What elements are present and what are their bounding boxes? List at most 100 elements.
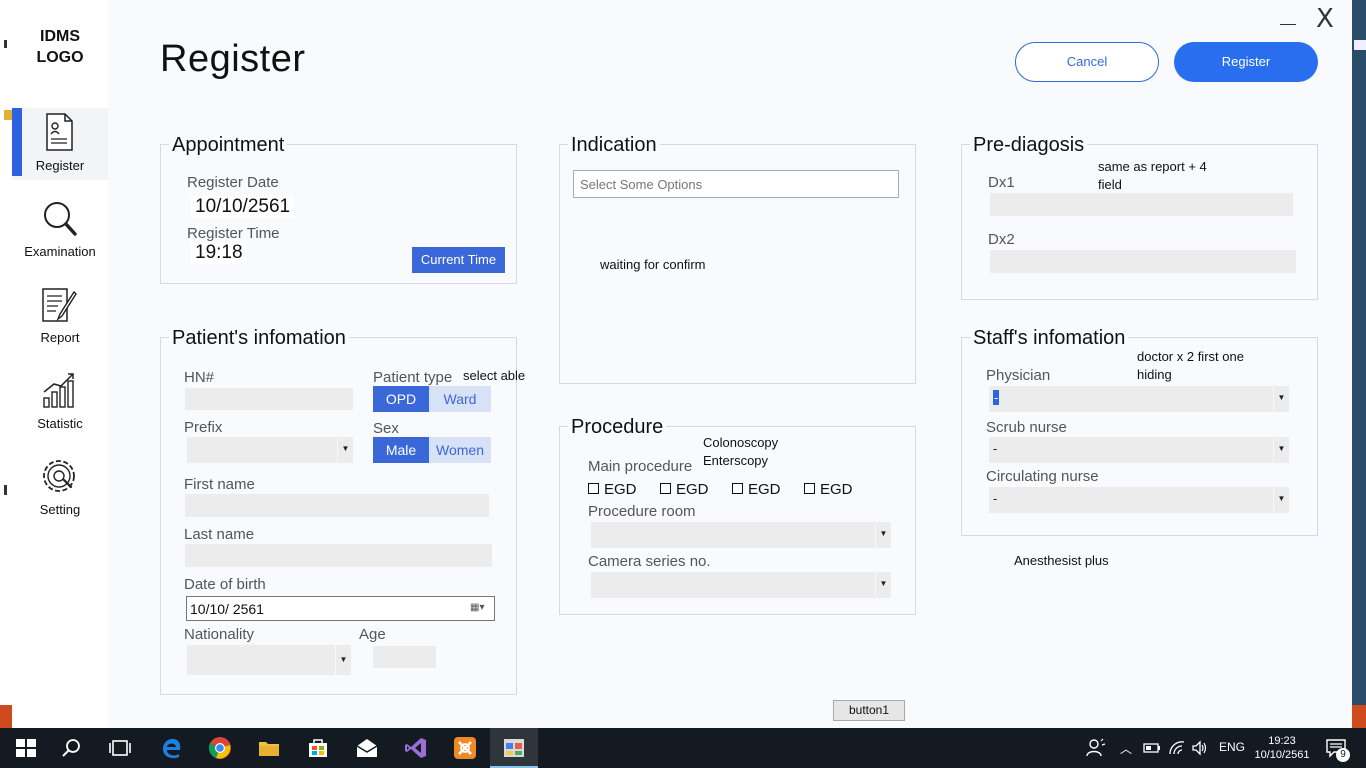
dx1-label: Dx1 — [988, 174, 1015, 191]
procedure-checkbox-3[interactable]: EGD — [732, 481, 781, 498]
search-icon[interactable] — [60, 736, 84, 760]
dob-label: Date of birth — [184, 576, 266, 593]
prediagnosis-note: same as report + 4 field — [1098, 159, 1207, 192]
prediagnosis-title: Pre-diagosis — [970, 134, 1088, 157]
last-name-label: Last name — [184, 526, 255, 543]
sidebar-item-report[interactable]: Report — [12, 280, 108, 352]
age-field[interactable] — [373, 646, 436, 668]
xampp-icon[interactable] — [453, 736, 477, 760]
camera-series-label: Camera series no. — [588, 553, 711, 570]
camera-series-select[interactable]: ▼ — [591, 572, 891, 598]
nationality-label: Nationality — [184, 626, 255, 643]
chevron-up-icon[interactable]: ︿ — [1120, 740, 1132, 757]
battery-icon[interactable] — [1143, 736, 1161, 760]
dx2-label: Dx2 — [988, 231, 1015, 248]
last-name-field[interactable] — [185, 544, 492, 567]
nationality-select[interactable]: ▼ — [187, 645, 351, 675]
register-button[interactable]: Register — [1174, 42, 1318, 82]
physician-label: Physician — [986, 367, 1051, 384]
checkbox-label: EGD — [748, 481, 781, 498]
patient-info-title: Patient's infomation — [169, 327, 349, 350]
hn-field[interactable] — [185, 388, 353, 410]
chrome-browser-icon[interactable] — [208, 736, 232, 760]
desktop-fragment — [1352, 705, 1366, 728]
scrub-nurse-select[interactable]: - ▼ — [989, 437, 1289, 463]
scrub-nurse-label: Scrub nurse — [986, 419, 1067, 436]
circulating-nurse-select[interactable]: - ▼ — [989, 487, 1289, 513]
checkbox-icon — [588, 483, 599, 495]
age-label: Age — [359, 626, 386, 643]
active-app-highlight — [490, 728, 538, 768]
close-button[interactable]: X — [1316, 4, 1340, 34]
page-title: Register — [160, 38, 306, 80]
sidebar-item-statistic[interactable]: Statistic — [12, 366, 108, 438]
sidebar-item-examination[interactable]: Examination — [12, 194, 108, 266]
sex-male-toggle[interactable]: Male — [373, 437, 429, 463]
patient-type-opd-toggle[interactable]: OPD — [373, 386, 429, 412]
chevron-down-icon: ▼ — [337, 437, 353, 463]
button1[interactable]: button1 — [833, 700, 905, 721]
chevron-down-icon: ▼ — [1273, 386, 1289, 412]
sidebar-item-label: Setting — [39, 502, 81, 517]
sex-women-toggle[interactable]: Women — [429, 437, 491, 463]
current-time-button[interactable]: Current Time — [412, 247, 505, 273]
procedure-checkbox-1[interactable]: EGD — [588, 481, 637, 498]
first-name-field[interactable] — [185, 494, 489, 517]
desktop-fragment — [4, 110, 12, 120]
store-icon[interactable] — [306, 736, 330, 760]
mail-icon[interactable] — [355, 736, 379, 760]
dx2-field[interactable] — [990, 250, 1296, 273]
procedure-title: Procedure — [568, 416, 667, 439]
task-view-icon[interactable] — [108, 736, 132, 760]
magnifier-icon — [44, 202, 77, 236]
patient-type-ward-toggle[interactable]: Ward — [429, 386, 491, 412]
checkbox-icon — [660, 483, 671, 495]
staff-info-title: Staff's infomation — [970, 327, 1129, 350]
calendar-icon[interactable]: ▦▾ — [470, 602, 488, 615]
procedure-note-enterscopy: Enterscopy — [703, 453, 769, 468]
register-time-label: Register Time — [187, 225, 280, 242]
register-icon — [46, 113, 73, 151]
people-icon[interactable] — [1084, 736, 1108, 760]
statistic-icon — [43, 373, 74, 408]
indication-note: waiting for confirm — [600, 257, 706, 272]
indication-title: Indication — [568, 134, 660, 157]
prefix-label: Prefix — [184, 419, 223, 436]
taskbar: ︿ ENG 19:23 10/10/2561 9 — [0, 728, 1366, 768]
minimize-button[interactable] — [1278, 8, 1300, 30]
desktop-left-edge — [0, 0, 12, 728]
indication-select-input[interactable]: Select Some Options — [573, 170, 899, 198]
file-explorer-icon[interactable] — [257, 736, 281, 760]
register-date-label: Register Date — [187, 174, 279, 191]
sidebar: IDMS LOGO Register Examination Report St… — [12, 0, 108, 728]
procedure-checkbox-2[interactable]: EGD — [660, 481, 709, 498]
prefix-select[interactable]: ▼ — [187, 437, 353, 463]
checkbox-label: EGD — [820, 481, 853, 498]
visual-studio-icon[interactable] — [404, 736, 428, 760]
sidebar-item-register[interactable]: Register — [12, 108, 108, 180]
dx1-field[interactable] — [990, 193, 1293, 216]
volume-icon[interactable] — [1191, 736, 1209, 760]
register-time-value[interactable]: 19:18 — [191, 242, 247, 264]
circulating-nurse-value: - — [993, 491, 998, 506]
notification-badge: 9 — [1336, 748, 1350, 762]
anesthesist-note: Anesthesist plus — [1014, 553, 1109, 568]
wifi-icon[interactable] — [1168, 736, 1186, 760]
dob-date-picker[interactable]: 10/10/ 2561 ▦▾ — [186, 596, 495, 621]
cancel-button[interactable]: Cancel — [1015, 42, 1159, 82]
register-date-value[interactable]: 10/10/2561 — [191, 196, 295, 218]
procedure-room-select[interactable]: ▼ — [591, 522, 891, 548]
windows-start-icon[interactable] — [14, 736, 38, 760]
language-indicator[interactable]: ENG — [1219, 740, 1245, 754]
scrub-nurse-value: - — [993, 441, 998, 456]
first-name-label: First name — [184, 476, 255, 493]
sex-label: Sex — [373, 420, 399, 437]
app-logo: IDMS LOGO — [36, 28, 84, 66]
procedure-checkbox-4[interactable]: EGD — [804, 481, 853, 498]
edge-browser-icon[interactable] — [160, 736, 184, 760]
sidebar-item-setting[interactable]: Setting — [12, 452, 108, 524]
indication-placeholder: Select Some Options — [580, 177, 703, 192]
checkbox-label: EGD — [676, 481, 709, 498]
system-clock[interactable]: 19:23 10/10/2561 — [1252, 734, 1312, 762]
physician-select[interactable]: - ▼ — [989, 386, 1289, 412]
